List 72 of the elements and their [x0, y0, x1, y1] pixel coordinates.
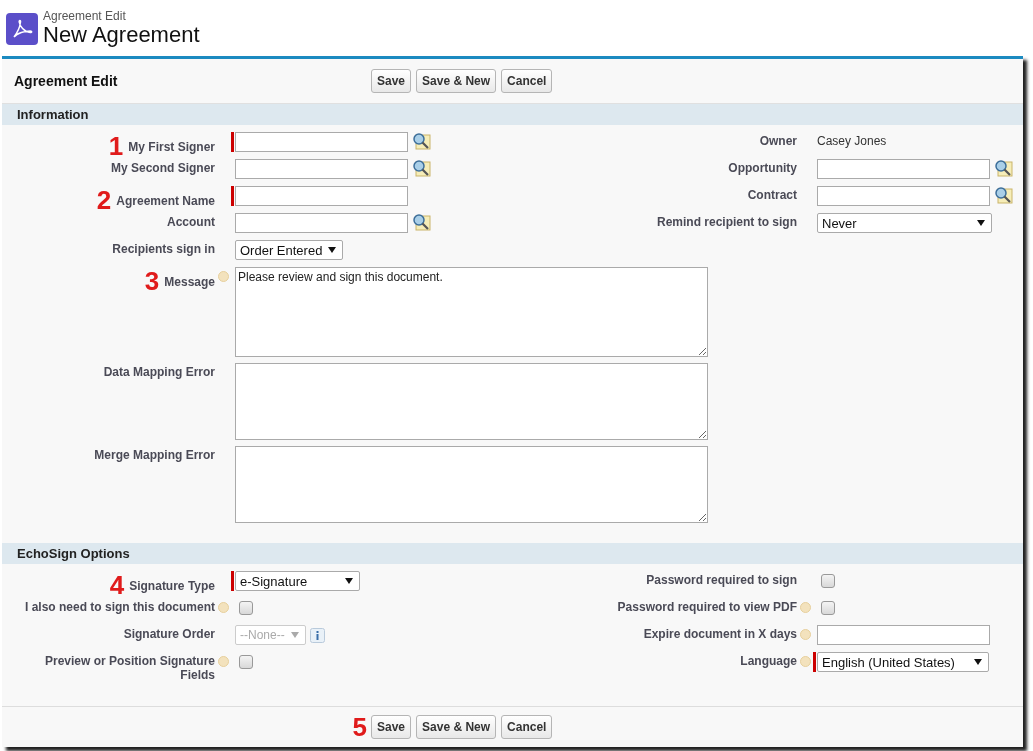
help-icon[interactable]	[799, 656, 811, 667]
callout-number: 3	[144, 269, 160, 293]
field-label: Recipients sign in	[112, 242, 215, 256]
field-label: My First Signer	[128, 140, 215, 154]
help-icon[interactable]	[217, 656, 229, 667]
field-label: Merge Mapping Error	[94, 448, 215, 462]
field-value: Casey Jones	[817, 133, 887, 148]
checkbox[interactable]	[239, 601, 253, 615]
checkbox[interactable]	[239, 655, 253, 669]
section-header: Information	[2, 104, 1023, 125]
field-label: Expire document in X days	[643, 627, 797, 641]
breadcrumb: Agreement Edit	[43, 10, 127, 23]
lookup-field[interactable]	[817, 186, 990, 206]
search-icon[interactable]	[994, 159, 1013, 177]
dropdown[interactable]: Order Entered	[235, 240, 344, 260]
caret-icon	[345, 578, 353, 584]
action-button[interactable]: Save	[371, 715, 412, 739]
help-icon[interactable]	[217, 271, 229, 282]
search-icon[interactable]	[412, 213, 431, 231]
text-field[interactable]	[817, 625, 990, 645]
lookup-field[interactable]	[235, 159, 408, 179]
text-area[interactable]: Please review and sign this document.	[235, 267, 708, 357]
action-button[interactable]: Save & New	[416, 69, 497, 93]
dropdown[interactable]: English (United States)	[817, 652, 989, 672]
text-area[interactable]	[235, 363, 708, 440]
help-icon[interactable]	[799, 629, 811, 640]
field-label: Contract	[747, 188, 797, 202]
callout-number: 1	[108, 134, 124, 158]
field-label: Signature Type	[129, 579, 215, 593]
action-button[interactable]: Cancel	[501, 69, 553, 93]
field-label: Owner	[759, 134, 797, 148]
lookup-field[interactable]	[235, 213, 408, 233]
field-label: My Second Signer	[110, 161, 215, 175]
checkbox[interactable]	[821, 601, 835, 615]
caret-icon	[290, 632, 299, 638]
help-icon[interactable]	[799, 602, 811, 613]
text-area[interactable]	[235, 446, 708, 523]
field-label: Language	[740, 654, 797, 668]
form-title: Agreement Edit	[13, 73, 119, 89]
search-icon[interactable]	[994, 186, 1013, 204]
field-label: Preview or Position Signature Fields	[43, 654, 215, 682]
field-label: Account	[167, 215, 215, 229]
field-label: Password required to sign	[646, 573, 797, 587]
text-field[interactable]	[235, 186, 408, 206]
search-icon[interactable]	[412, 159, 431, 177]
checkbox[interactable]	[821, 574, 835, 588]
help-icon[interactable]	[217, 602, 229, 613]
field-label: Opportunity	[728, 161, 797, 175]
caret-icon	[974, 659, 982, 665]
callout-number: 2	[96, 188, 112, 212]
caret-icon	[328, 247, 337, 253]
field-label: Data Mapping Error	[103, 365, 215, 379]
field-label: Message	[164, 275, 215, 289]
field-label: Password required to view PDF	[617, 600, 797, 614]
lookup-field[interactable]	[817, 159, 990, 179]
action-button[interactable]: Save & New	[416, 715, 497, 739]
action-button[interactable]: Cancel	[501, 715, 553, 739]
field-label: Agreement Name	[116, 194, 215, 208]
field-label: I also need to sign this document	[24, 600, 215, 614]
field-label: Signature Order	[123, 627, 215, 641]
field-label: Remind recipient to sign	[657, 215, 797, 229]
lookup-field[interactable]	[235, 132, 408, 152]
page-title: New Agreement	[43, 23, 200, 47]
callout-number: 5	[351, 714, 368, 740]
document-logo-icon	[6, 12, 38, 45]
action-button[interactable]: Save	[371, 69, 412, 93]
dropdown[interactable]: e-Signature	[235, 571, 360, 591]
section-header: EchoSign Options	[2, 543, 1023, 564]
caret-icon	[977, 220, 985, 226]
dropdown[interactable]: Never	[817, 213, 992, 233]
callout-number: 4	[109, 573, 125, 597]
search-icon[interactable]	[412, 132, 431, 150]
